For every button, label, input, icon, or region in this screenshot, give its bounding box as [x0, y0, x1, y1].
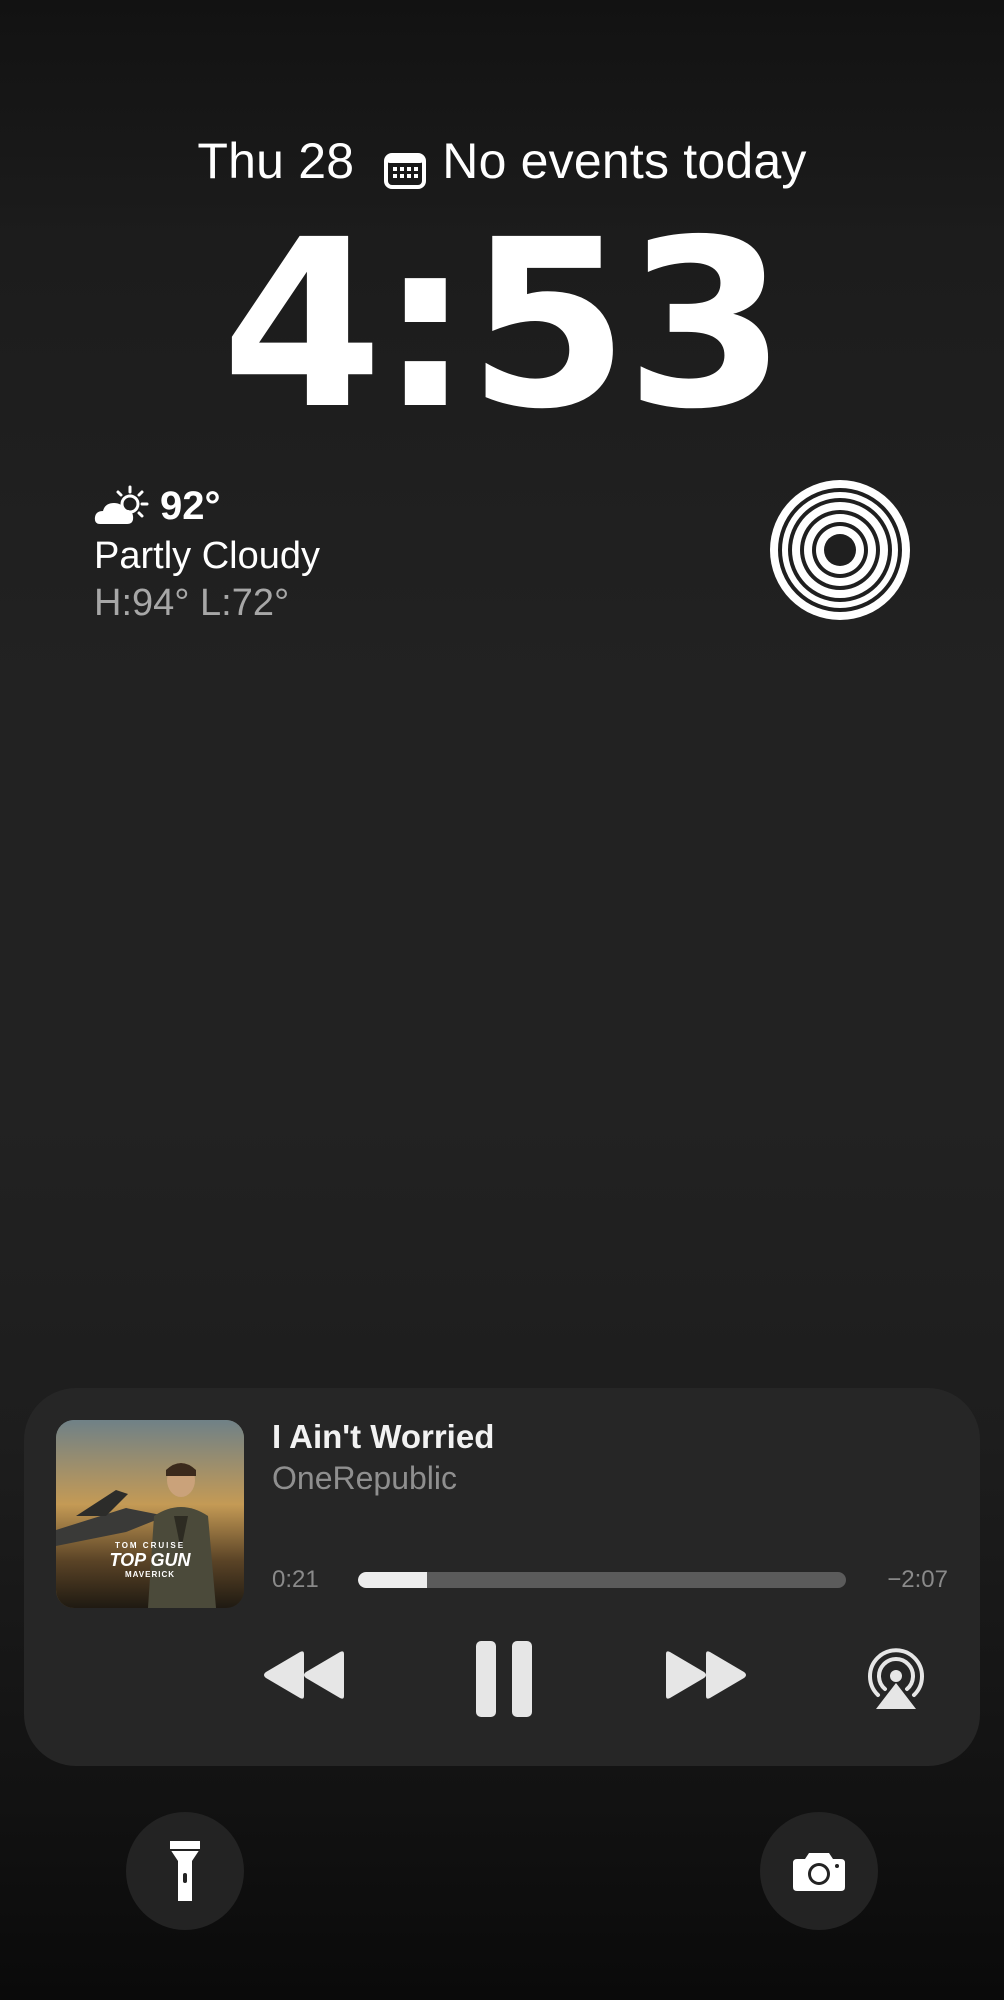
song-title: I Ain't Worried: [272, 1418, 495, 1455]
pause-button[interactable]: [470, 1638, 538, 1720]
rewind-icon: [264, 1651, 344, 1699]
rewind-button[interactable]: [256, 1638, 352, 1712]
song-artist: OneRepublic: [272, 1460, 457, 1496]
calendar-status: No events today: [442, 133, 807, 189]
activity-rings-icon: [770, 480, 910, 620]
airplay-button[interactable]: [862, 1644, 930, 1712]
fast-forward-icon: [666, 1651, 746, 1699]
camera-icon: [793, 1853, 845, 1891]
weather-high-low: H:94° L:72°: [94, 582, 290, 624]
weather-widget[interactable]: 92° Partly Cloudy H:94° L:72°: [94, 480, 320, 626]
svg-text:MAVERICK: MAVERICK: [125, 1570, 175, 1579]
remaining-time: −2:07: [887, 1566, 948, 1593]
date-label: Thu 28: [197, 133, 355, 189]
svg-text:TOP GUN: TOP GUN: [109, 1550, 191, 1570]
airplay-audio-icon: [868, 1648, 924, 1709]
lock-screen-clock[interactable]: 4:53: [0, 195, 1004, 455]
fast-forward-button[interactable]: [658, 1638, 754, 1712]
svg-text:TOM CRUISE: TOM CRUISE: [115, 1541, 185, 1550]
flashlight-icon: [170, 1841, 200, 1901]
now-playing-card[interactable]: TOM CRUISE TOP GUN MAVERICK I Ain't Worr…: [24, 1388, 980, 1766]
activity-rings-widget[interactable]: [768, 478, 912, 622]
date-row: Thu 28 No events today: [0, 132, 1004, 190]
album-art[interactable]: TOM CRUISE TOP GUN MAVERICK: [56, 1420, 244, 1608]
weather-condition: Partly Cloudy: [94, 535, 320, 577]
camera-button[interactable]: [760, 1812, 878, 1930]
partly-cloudy-icon: [94, 484, 150, 528]
weather-temperature: 92°: [160, 483, 221, 528]
flashlight-button[interactable]: [126, 1812, 244, 1930]
pause-icon: [476, 1641, 532, 1717]
calendar-icon: [384, 143, 427, 189]
elapsed-time: 0:21: [272, 1566, 319, 1593]
playback-scrubber[interactable]: [358, 1572, 846, 1588]
playback-progress-fill: [358, 1572, 428, 1588]
